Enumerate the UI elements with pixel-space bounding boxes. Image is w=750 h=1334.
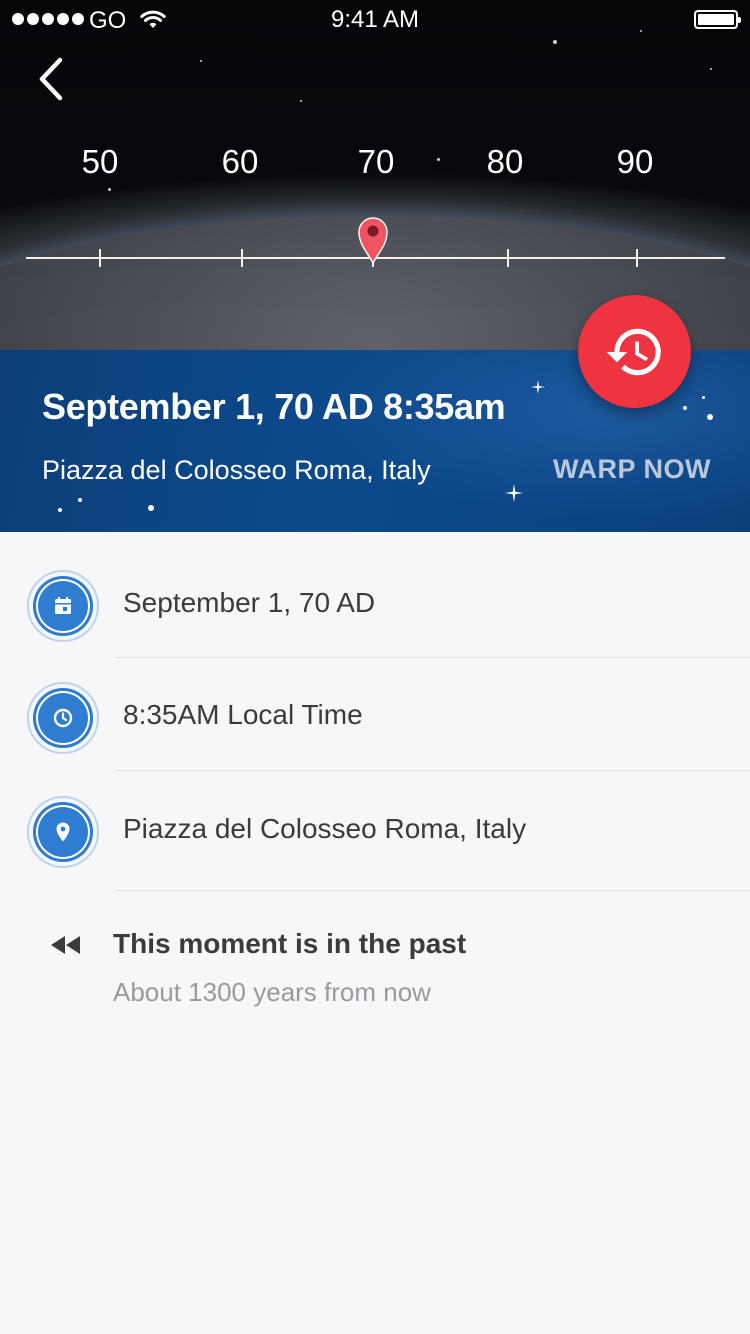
clock-badge [27, 682, 99, 754]
divider [115, 770, 750, 771]
battery-icon [694, 10, 741, 29]
detail-location-text: Piazza del Colosseo Roma, Italy [123, 813, 527, 844]
status-bar: GO 9:41 AM [0, 0, 750, 40]
calendar-badge [27, 570, 99, 642]
timeline-label: 90 [616, 143, 654, 180]
list-item-location[interactable]: Piazza del Colosseo Roma, Italy [0, 776, 750, 888]
moment-location: Piazza del Colosseo Roma, Italy [42, 455, 431, 485]
rewind-icon [51, 936, 80, 954]
timeline-label: 80 [486, 143, 524, 180]
moment-status-subtitle: About 1300 years from now [113, 977, 431, 1007]
timeline-tick [507, 249, 509, 267]
history-icon [606, 328, 661, 375]
timeline-label: 60 [221, 143, 259, 180]
time-history-button[interactable] [578, 295, 691, 408]
timeline-tick [636, 249, 638, 267]
timeline-label: 50 [81, 143, 119, 180]
clock-icon [53, 708, 73, 728]
back-arrow-icon[interactable] [30, 54, 74, 104]
location-badge [27, 796, 99, 868]
divider [115, 890, 750, 891]
status-time: 9:41 AM [330, 6, 420, 33]
location-icon [56, 822, 70, 842]
timeline-label: 70 [357, 143, 395, 180]
timeline-tick [99, 249, 101, 267]
sparkle-icon [531, 380, 545, 394]
detail-time-text: 8:35AM Local Time [123, 699, 363, 730]
sparkle-icon [505, 484, 523, 502]
moment-status-title: This moment is in the past [113, 928, 467, 959]
divider [115, 657, 750, 658]
list-item-time[interactable]: 8:35AM Local Time [0, 662, 750, 774]
list-item-date[interactable]: September 1, 70 AD [0, 550, 750, 662]
detail-date-text: September 1, 70 AD [123, 587, 376, 618]
moment-datetime-title: September 1, 70 AD 8:35am [42, 386, 506, 427]
warp-now-button[interactable]: WARP NOW [553, 454, 711, 485]
calendar-icon [55, 597, 71, 614]
timeline-marker-pin-icon[interactable] [356, 215, 390, 265]
timeline-tick [241, 249, 243, 267]
